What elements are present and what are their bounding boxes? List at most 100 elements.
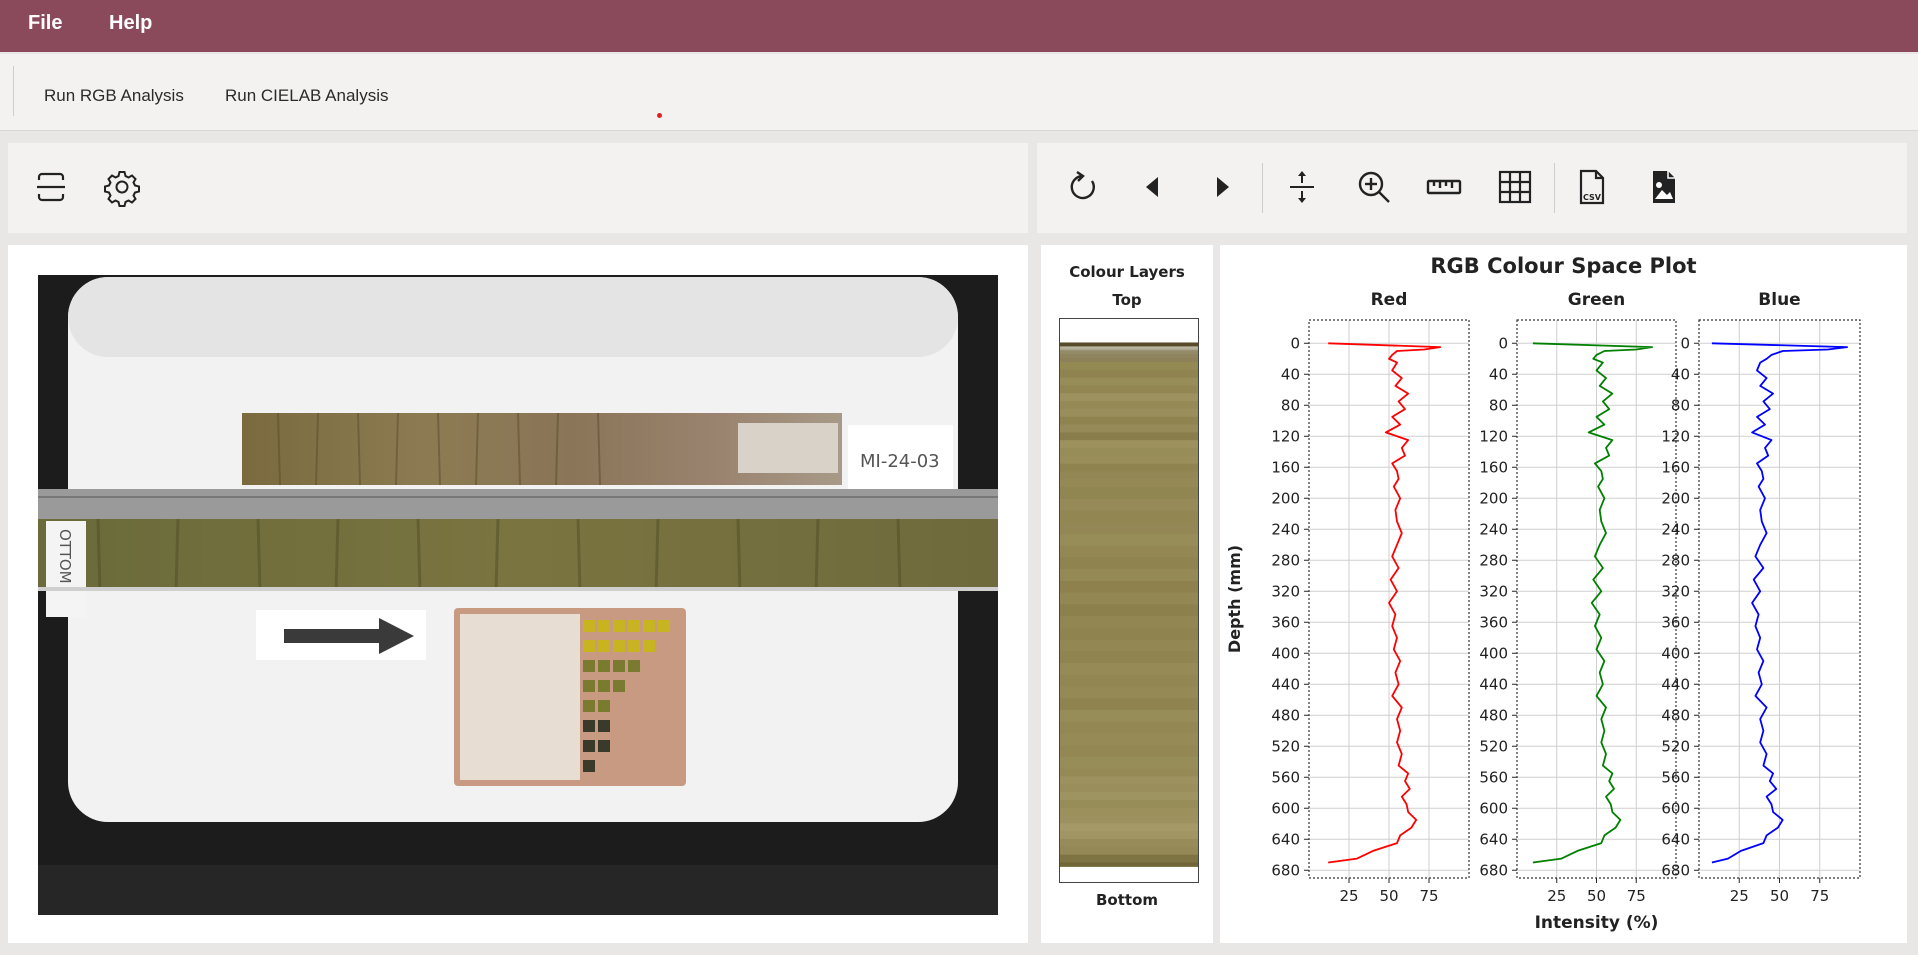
- y-tick-label: 120: [1479, 427, 1508, 445]
- x-tick-label: 25: [1547, 887, 1566, 905]
- x-axis-label: Intensity (%): [1535, 913, 1659, 933]
- reset-icon[interactable]: [1061, 165, 1105, 209]
- series-title: Green: [1568, 290, 1626, 310]
- colour-band: [1060, 358, 1198, 363]
- y-tick-label: 320: [1479, 582, 1508, 600]
- colour-band: [1060, 424, 1198, 433]
- tool-separator: [1262, 163, 1263, 213]
- scanner-icon[interactable]: [29, 165, 73, 209]
- x-tick-label: 75: [1627, 887, 1646, 905]
- run-cielab-analysis-button[interactable]: Run CIELAB Analysis: [225, 86, 388, 106]
- colour-band: [1060, 792, 1198, 801]
- y-tick-label: 440: [1271, 675, 1300, 693]
- colour-band: [1060, 721, 1198, 734]
- tool-separator: [1554, 163, 1555, 213]
- next-icon[interactable]: [1201, 165, 1245, 209]
- colour-band: [1060, 342, 1198, 347]
- x-tick-label: 25: [1730, 887, 1749, 905]
- colour-band: [1060, 510, 1198, 523]
- colour-band: [1060, 592, 1198, 605]
- y-tick-label: 360: [1479, 613, 1508, 631]
- y-tick-label: 240: [1661, 520, 1690, 538]
- colour-band: [1060, 463, 1198, 472]
- colour-band: [1060, 408, 1198, 418]
- colour-band: [1060, 627, 1198, 641]
- core-sample-photo[interactable]: MI-24-03 OTTOM: [38, 275, 998, 915]
- y-tick-label: 80: [1671, 396, 1690, 414]
- y-tick-label: 240: [1479, 520, 1508, 538]
- colour-band: [1060, 854, 1198, 863]
- y-tick-label: 680: [1479, 861, 1508, 879]
- y-tick-label: 400: [1479, 644, 1508, 662]
- status-dot: [657, 113, 662, 118]
- y-tick-label: 360: [1271, 613, 1300, 631]
- colour-band: [1060, 709, 1198, 723]
- plot-tools-panel: CSV: [1037, 143, 1907, 233]
- colour-band: [1060, 663, 1198, 676]
- y-tick-label: 440: [1479, 675, 1508, 693]
- y-tick-label: 480: [1479, 706, 1508, 724]
- colour-band: [1060, 733, 1198, 746]
- y-tick-label: 360: [1661, 613, 1690, 631]
- previous-icon[interactable]: [1130, 165, 1174, 209]
- x-tick-label: 50: [1379, 887, 1398, 905]
- side-label: OTTOM: [56, 529, 74, 584]
- x-tick-label: 50: [1587, 887, 1606, 905]
- grid-icon[interactable]: [1493, 165, 1537, 209]
- y-tick-label: 80: [1281, 396, 1300, 414]
- y-tick-label: 600: [1479, 799, 1508, 817]
- y-axis-label: Depth (mm): [1225, 545, 1244, 653]
- menu-file[interactable]: File: [28, 12, 62, 35]
- csv-export-icon[interactable]: CSV: [1570, 165, 1614, 209]
- y-tick-label: 560: [1479, 768, 1508, 786]
- y-tick-label: 640: [1271, 830, 1300, 848]
- y-tick-label: 520: [1661, 737, 1690, 755]
- colour-band: [1060, 534, 1198, 547]
- gear-icon[interactable]: [100, 165, 144, 209]
- series-title: Red: [1371, 290, 1408, 310]
- toolbar-separator: [13, 66, 14, 116]
- y-tick-label: 400: [1271, 644, 1300, 662]
- series-title: Blue: [1758, 290, 1800, 310]
- run-rgb-analysis-button[interactable]: Run RGB Analysis: [44, 86, 184, 106]
- ruler-icon[interactable]: [1422, 165, 1466, 209]
- rgb-colour-space-plot[interactable]: 0408012016020024028032036040044048052056…: [1220, 245, 1907, 943]
- y-tick-label: 440: [1661, 675, 1690, 693]
- sample-label: MI-24-03: [860, 451, 940, 472]
- colour-band: [1060, 580, 1198, 594]
- colour-band: [1060, 393, 1198, 402]
- colour-layers-strip[interactable]: [1059, 318, 1199, 883]
- y-tick-label: 600: [1271, 799, 1300, 817]
- y-tick-label: 280: [1271, 551, 1300, 569]
- y-tick-label: 480: [1271, 706, 1300, 724]
- y-tick-label: 0: [1290, 334, 1300, 352]
- colour-band: [1060, 838, 1198, 848]
- y-tick-label: 320: [1271, 582, 1300, 600]
- y-tick-label: 520: [1479, 737, 1508, 755]
- y-tick-label: 80: [1489, 396, 1508, 414]
- colour-band: [1060, 545, 1198, 558]
- y-tick-label: 560: [1271, 768, 1300, 786]
- menu-help[interactable]: Help: [109, 12, 152, 35]
- colour-band: [1060, 604, 1198, 617]
- colour-band: [1060, 401, 1198, 410]
- y-tick-label: 640: [1479, 830, 1508, 848]
- colour-band: [1060, 416, 1198, 426]
- y-tick-label: 680: [1271, 861, 1300, 879]
- resize-vertical-icon[interactable]: [1280, 165, 1324, 209]
- y-tick-label: 40: [1489, 365, 1508, 383]
- y-tick-label: 680: [1661, 861, 1690, 879]
- colour-band: [1060, 354, 1198, 359]
- y-tick-label: 280: [1661, 551, 1690, 569]
- zoom-icon[interactable]: [1352, 165, 1396, 209]
- y-tick-label: 0: [1680, 334, 1690, 352]
- y-tick-label: 40: [1671, 365, 1690, 383]
- image-export-icon[interactable]: [1642, 165, 1686, 209]
- y-tick-label: 160: [1271, 458, 1300, 476]
- y-tick-label: 520: [1271, 737, 1300, 755]
- colour-band: [1060, 745, 1198, 758]
- x-tick-label: 75: [1419, 887, 1438, 905]
- colour-band: [1060, 776, 1198, 785]
- colour-band: [1060, 807, 1198, 817]
- colour-band: [1060, 815, 1198, 824]
